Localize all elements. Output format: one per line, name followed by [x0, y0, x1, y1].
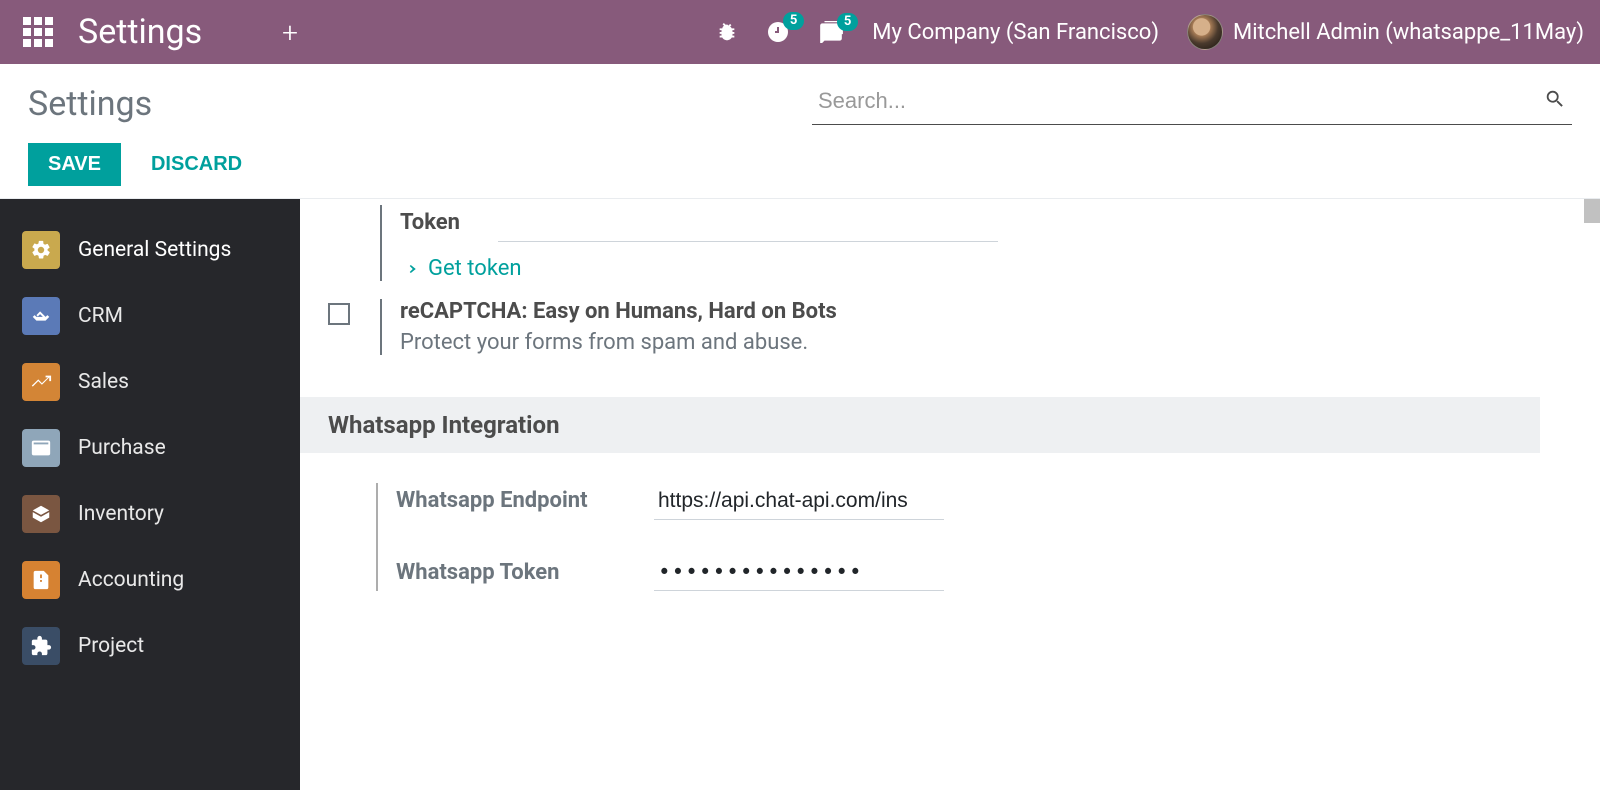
get-token-label: Get token: [428, 256, 522, 281]
avatar: [1187, 14, 1223, 50]
activity-badge: 5: [783, 12, 804, 30]
app-title[interactable]: Settings: [78, 12, 202, 52]
card-icon: [22, 429, 60, 467]
get-token-link[interactable]: Get token: [400, 256, 1560, 281]
breadcrumb: Settings: [28, 84, 152, 124]
bug-icon[interactable]: [716, 21, 738, 43]
handshake-icon: [22, 297, 60, 335]
new-item-button[interactable]: +: [282, 16, 298, 49]
sidebar-item-label: Project: [78, 634, 144, 658]
recaptcha-title: reCAPTCHA: Easy on Humans, Hard on Bots: [400, 299, 1560, 324]
puzzle-icon: [22, 627, 60, 665]
wa-endpoint-input[interactable]: [654, 483, 944, 520]
search-icon[interactable]: [1544, 88, 1566, 114]
sidebar-item-crm[interactable]: CRM: [0, 283, 300, 349]
chart-up-icon: [22, 363, 60, 401]
messages-badge: 5: [837, 13, 858, 31]
box-icon: [22, 495, 60, 533]
username: Mitchell Admin (whatsappe_11May): [1233, 20, 1584, 45]
sidebar-item-inventory[interactable]: Inventory: [0, 481, 300, 547]
recaptcha-checkbox[interactable]: [328, 303, 350, 325]
sidebar-item-sales[interactable]: Sales: [0, 349, 300, 415]
apps-menu-icon[interactable]: [16, 10, 60, 54]
wa-endpoint-label: Whatsapp Endpoint: [396, 488, 626, 513]
discard-button[interactable]: DISCARD: [135, 143, 258, 186]
gear-icon: [22, 231, 60, 269]
wa-token-label: Whatsapp Token: [396, 560, 626, 585]
activity-icon[interactable]: 5: [766, 20, 790, 44]
invoice-icon: [22, 561, 60, 599]
sidebar-item-label: Accounting: [78, 568, 184, 592]
search-input[interactable]: [812, 82, 1572, 125]
sidebar-item-label: Sales: [78, 370, 129, 394]
settings-content: Token Get token: [300, 199, 1600, 790]
sidebar-item-project[interactable]: Project: [0, 613, 300, 679]
token-label: Token: [400, 210, 470, 235]
messages-icon[interactable]: 5: [818, 21, 844, 43]
sidebar-item-purchase[interactable]: Purchase: [0, 415, 300, 481]
sidebar-item-general-settings[interactable]: General Settings: [0, 217, 300, 283]
wa-token-input[interactable]: [654, 554, 944, 591]
scrollbar[interactable]: [1584, 199, 1600, 223]
token-input[interactable]: [498, 205, 998, 242]
arrow-right-icon: [400, 260, 418, 278]
apps-grid-icon: [23, 17, 53, 47]
whatsapp-section-header: Whatsapp Integration: [300, 397, 1540, 453]
sidebar-item-label: CRM: [78, 304, 123, 328]
sidebar-item-label: Purchase: [78, 436, 166, 460]
sidebar-item-label: Inventory: [78, 502, 164, 526]
sidebar-item-accounting[interactable]: Accounting: [0, 547, 300, 613]
sidebar-item-label: General Settings: [78, 238, 231, 262]
save-button[interactable]: SAVE: [28, 143, 121, 186]
settings-sidebar: General Settings CRM Sales Purchase Inve…: [0, 199, 300, 790]
recaptcha-desc: Protect your forms from spam and abuse.: [400, 330, 1560, 355]
company-selector[interactable]: My Company (San Francisco): [872, 20, 1159, 45]
user-menu[interactable]: Mitchell Admin (whatsappe_11May): [1187, 14, 1584, 50]
